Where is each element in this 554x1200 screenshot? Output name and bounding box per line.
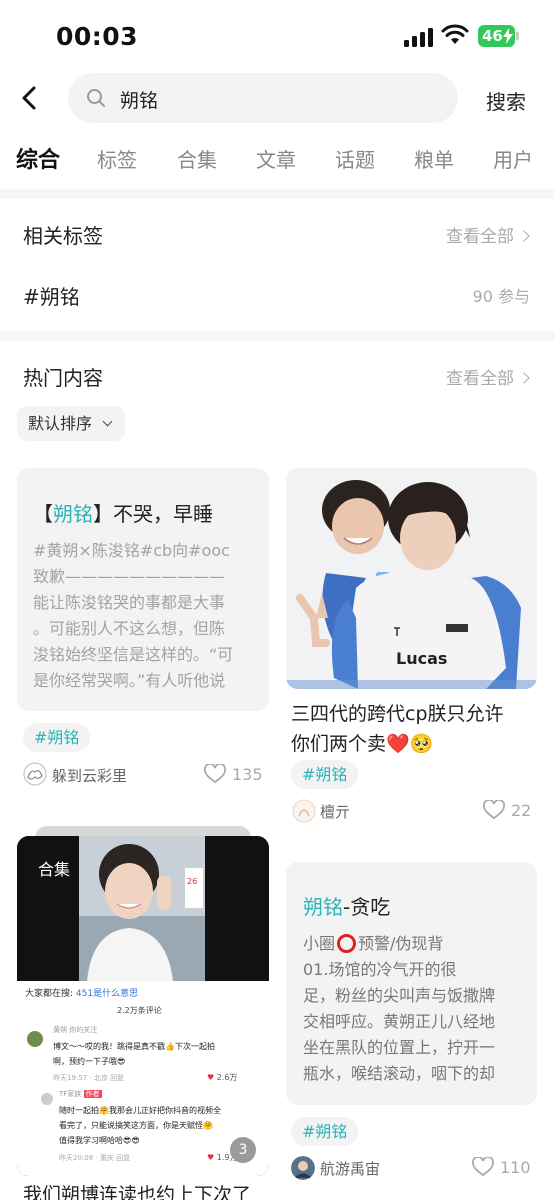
avatar[interactable] bbox=[291, 1156, 315, 1180]
chevron-right-icon bbox=[518, 372, 530, 384]
charging-bolt-icon bbox=[503, 28, 513, 44]
status-time: 00:03 bbox=[56, 22, 139, 51]
card-title: 【朔铭】不哭，早睡 bbox=[33, 502, 213, 526]
like-count: 110 bbox=[500, 1158, 531, 1177]
article-card[interactable]: 【朔铭】不哭，早睡 #黄朔×陈浚铭#cb向#ooc 致歉—————————— 能… bbox=[17, 468, 269, 711]
heart-icon[interactable] bbox=[204, 764, 226, 784]
screenshot-reply-user: TF家族 作者 bbox=[59, 1090, 102, 1098]
like-count: 135 bbox=[232, 765, 263, 784]
tab-lists[interactable]: 粮单 bbox=[414, 144, 454, 173]
collection-card[interactable]: 26 合集 大家都在搜: 451是什么意思 2.2万条评论 黄朔 你的关注 博文… bbox=[17, 836, 269, 1176]
battery-indicator: 46 bbox=[478, 25, 519, 47]
author-name[interactable]: 躲到云彩里 bbox=[52, 765, 127, 786]
search-input[interactable]: 朔铭 bbox=[68, 73, 458, 123]
card-title: 朔铭-贪吃 bbox=[303, 895, 391, 919]
author-name[interactable]: 航游禹宙 bbox=[320, 1158, 380, 1179]
related-tag-item[interactable]: #朔铭 bbox=[23, 281, 80, 310]
like-count: 22 bbox=[511, 801, 532, 820]
tab-articles[interactable]: 文章 bbox=[256, 144, 296, 173]
tab-tags[interactable]: 标签 bbox=[97, 144, 137, 173]
screenshot-comment-user: 黄朔 你的关注 bbox=[53, 1026, 98, 1034]
screenshot-comment-meta: 昨天19:57 · 北京 回复 bbox=[53, 1074, 125, 1082]
post-photo: Lucas bbox=[286, 468, 537, 689]
card-excerpt: #黄朔×陈浚铭#cb向#ooc 致歉—————————— 能让陈浚铭哭的事都是大… bbox=[33, 541, 234, 690]
avatar[interactable] bbox=[292, 799, 316, 823]
related-tags-view-all[interactable]: 查看全部 bbox=[446, 222, 530, 247]
tab-comprehensive[interactable]: 综合 bbox=[16, 142, 60, 174]
chevron-right-icon bbox=[518, 230, 530, 242]
post-title[interactable]: 三四代的跨代cp朕只允许 你们两个卖❤️🥺 bbox=[291, 699, 504, 759]
search-button[interactable]: 搜索 bbox=[486, 86, 526, 115]
sort-dropdown[interactable]: 默认排序 bbox=[17, 406, 125, 441]
avatar bbox=[41, 1093, 53, 1105]
screenshot-search-line: 大家都在搜: 451是什么意思 bbox=[25, 989, 139, 999]
related-tag-count: 90 参与 bbox=[472, 287, 530, 306]
back-arrow-icon[interactable] bbox=[16, 84, 44, 112]
image-card[interactable]: Lucas bbox=[286, 468, 537, 689]
collection-badge: 合集 bbox=[38, 860, 71, 879]
post-title[interactable]: 我们朔博连读也约上下次了 bbox=[23, 1180, 251, 1200]
page-count-badge: 3 bbox=[230, 1137, 256, 1163]
heart-icon[interactable] bbox=[472, 1157, 494, 1177]
search-icon bbox=[87, 89, 105, 107]
screenshot-comment-count: 2.2万条评论 bbox=[117, 1006, 162, 1015]
svg-text:26: 26 bbox=[187, 877, 197, 886]
search-query: 朔铭 bbox=[120, 90, 159, 112]
divider bbox=[0, 189, 554, 199]
card-hashtag[interactable]: #朔铭 bbox=[23, 723, 91, 752]
article-card[interactable]: 朔铭-贪吃 小圈 预警/伪现背 01.场馆的冷气开的很 足，粉丝的尖叫声与饭撒牌 … bbox=[286, 862, 537, 1105]
tab-bar: 综合 标签 合集 文章 话题 粮单 用户 bbox=[0, 144, 554, 178]
card-hashtag[interactable]: #朔铭 bbox=[291, 1117, 359, 1146]
author-name[interactable]: 檀亓 bbox=[320, 801, 350, 822]
hot-content-title: 热门内容 bbox=[23, 366, 103, 390]
hot-content-view-all[interactable]: 查看全部 bbox=[446, 364, 530, 389]
screenshot-comment-likes: ♥ 2.6万 bbox=[207, 1073, 238, 1082]
cellular-signal-icon bbox=[404, 27, 434, 47]
related-tags-title: 相关标签 bbox=[23, 224, 103, 248]
screenshot-reply-text: 随时一起拍🤗我那会儿正好把你抖音的视频全 看完了，只能说搞笑这方面，你是天赋怪🤗… bbox=[59, 1106, 221, 1145]
tab-topics[interactable]: 话题 bbox=[335, 144, 375, 173]
tab-collections[interactable]: 合集 bbox=[177, 144, 217, 173]
avatar[interactable] bbox=[23, 762, 47, 786]
chevron-down-icon bbox=[102, 416, 113, 427]
card-excerpt: 小圈 预警/伪现背 01.场馆的冷气开的很 足，粉丝的尖叫声与饭撒牌 交相呼应。黄… bbox=[303, 934, 496, 1083]
card-hashtag[interactable]: #朔铭 bbox=[291, 760, 359, 789]
status-bar: 00:03 46 bbox=[0, 0, 554, 70]
avatar bbox=[27, 1031, 43, 1047]
red-circle-icon bbox=[337, 934, 357, 953]
wifi-icon bbox=[441, 24, 469, 44]
tab-users[interactable]: 用户 bbox=[493, 144, 533, 173]
screenshot-comment-text: 博文～～哎的我！跳得是真不戳👍下次一起拍 啊，预约一下子哦😎 bbox=[53, 1042, 215, 1066]
shirt-print-text: Lucas bbox=[396, 649, 447, 668]
screenshot-reply-meta: 昨天20:08 · 重庆 回复 bbox=[59, 1154, 131, 1162]
heart-icon[interactable] bbox=[483, 800, 505, 820]
divider bbox=[0, 331, 554, 341]
